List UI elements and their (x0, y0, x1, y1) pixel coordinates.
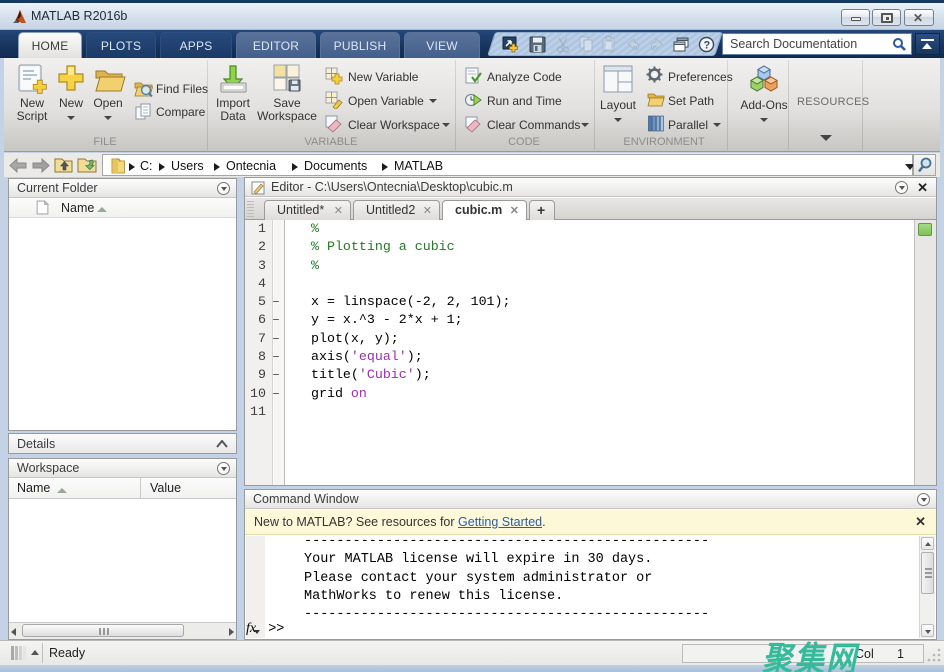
svg-text:?: ? (704, 40, 711, 52)
